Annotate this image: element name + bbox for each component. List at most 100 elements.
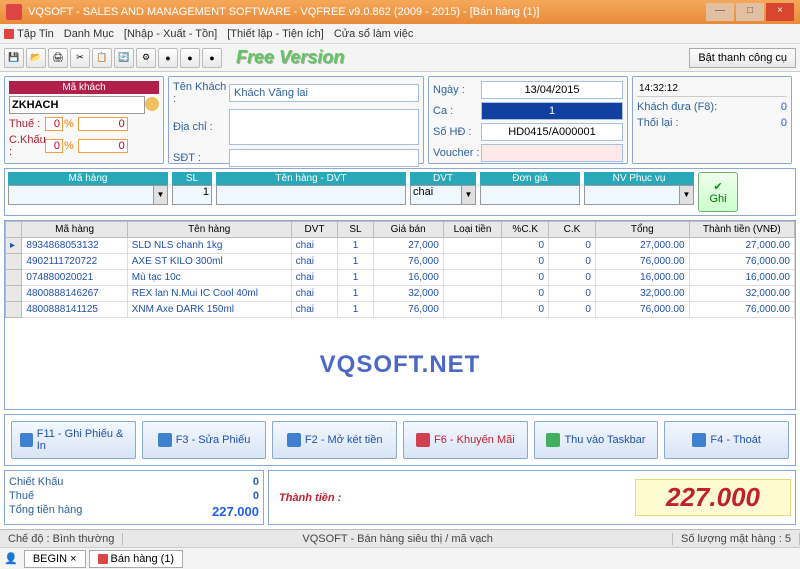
tax-pct-input[interactable]: 0 xyxy=(45,117,63,131)
clock: 14:32:12 xyxy=(637,81,787,97)
invoice-panel: Ngày :13/04/2015 Ca :1 Số HĐ :HD0415/A00… xyxy=(428,76,628,164)
dropdown-icon[interactable]: ▼ xyxy=(462,185,476,205)
date-input[interactable]: 13/04/2015 xyxy=(481,81,623,99)
dropdown-icon[interactable]: ▼ xyxy=(680,185,694,205)
info-panel: Tên Khách : Khách Vãng lai Địa chỉ : SĐT… xyxy=(168,76,424,164)
tb-tool10-icon[interactable]: ● xyxy=(202,48,222,68)
minimize-button[interactable]: — xyxy=(706,3,734,21)
customer-code-input[interactable]: ZKHACH xyxy=(9,96,145,114)
cash-icon xyxy=(287,433,301,447)
f6-button[interactable]: F6 - Khuyến Mãi xyxy=(403,421,528,459)
menu-window[interactable]: Cửa sổ làm việc xyxy=(334,28,414,40)
table-row[interactable]: 4902111720722AXE ST KILO 300mlchai176,00… xyxy=(6,254,795,270)
doc-icon xyxy=(98,554,108,564)
tb-tool9-icon[interactable]: ● xyxy=(180,48,200,68)
shift-value[interactable]: 1 xyxy=(481,102,623,120)
payment-panel: 14:32:12 Khách đưa (F8):0 Thối lại :0 xyxy=(632,76,792,164)
voucher-input[interactable] xyxy=(481,144,623,162)
toolbar: 💾 📂 🖨 ✂ 📋 🔄 ⚙ ● ● ● Free Version Bật tha… xyxy=(0,44,800,72)
edit-icon xyxy=(158,433,172,447)
f11-button[interactable]: F11 - Ghi Phiếu & In xyxy=(11,421,136,459)
menu-catalog[interactable]: Danh Mục xyxy=(64,28,114,40)
entry-unit-header: DVT xyxy=(410,172,476,185)
f2-button[interactable]: F2 - Mở két tiền xyxy=(272,421,397,459)
col-code[interactable]: Mã hàng xyxy=(22,222,127,238)
col-disc-pct[interactable]: %C.K xyxy=(502,222,549,238)
discount-val: 0 xyxy=(78,139,128,153)
col-name[interactable]: Tên hàng xyxy=(127,222,291,238)
cash-given-label: Khách đưa (F8): xyxy=(637,101,717,113)
tb-print-icon[interactable]: 🖨 xyxy=(48,48,68,68)
sum-disc-value: 0 xyxy=(253,476,259,488)
col-amount[interactable]: Thành tiền (VNĐ) xyxy=(689,222,794,238)
table-row[interactable]: 4800888141125XNM Axe DARK 150mlchai176,0… xyxy=(6,302,795,318)
sum-disc-label: Chiết Khấu xyxy=(9,476,63,488)
entry-qty-input[interactable]: 1 xyxy=(172,185,212,205)
col-unit[interactable]: DVT xyxy=(291,222,338,238)
app-icon xyxy=(6,4,22,20)
menu-file[interactable]: Tập Tin xyxy=(17,28,54,40)
address-label: Địa chỉ : xyxy=(173,121,229,133)
cash-given-value[interactable]: 0 xyxy=(781,101,787,113)
sum-tax-value: 0 xyxy=(253,490,259,502)
phone-input[interactable] xyxy=(229,149,419,167)
discount-pct-input[interactable]: 0 xyxy=(45,139,63,153)
entry-code-input[interactable] xyxy=(8,185,154,205)
tab-sales[interactable]: Bán hàng (1) xyxy=(89,550,184,568)
col-total[interactable]: Tổng xyxy=(595,222,689,238)
tb-tool8-icon[interactable]: ● xyxy=(158,48,178,68)
entry-price-input[interactable] xyxy=(480,185,580,205)
entry-bar: Mã hàng▼ SL1 Tên hàng - DVT DVTchai▼ Đơn… xyxy=(4,168,796,216)
table-row[interactable]: 074880020021Mù tạc 10cchai116,0000016,00… xyxy=(6,270,795,286)
voucher-label: Voucher : xyxy=(433,147,481,159)
menu-settings[interactable]: [Thiết lập - Tiện ích] xyxy=(227,28,324,40)
ghi-button[interactable]: ✔Ghi xyxy=(698,172,738,212)
col-disc[interactable]: C.K xyxy=(549,222,596,238)
tb-open-icon[interactable]: 📂 xyxy=(26,48,46,68)
invoice-label: Số HĐ : xyxy=(433,126,481,138)
entry-name-input[interactable] xyxy=(216,185,406,205)
tb-save-icon[interactable]: 💾 xyxy=(4,48,24,68)
name-input[interactable]: Khách Vãng lai xyxy=(229,84,419,102)
tb-refresh-icon[interactable]: 🔄 xyxy=(114,48,134,68)
tax-val: 0 xyxy=(78,117,128,131)
tb-settings-icon[interactable]: ⚙ xyxy=(136,48,156,68)
close-icon[interactable]: × xyxy=(70,553,76,565)
dropdown-icon[interactable]: ▼ xyxy=(154,185,168,205)
address-input[interactable] xyxy=(229,109,419,145)
shift-label: Ca : xyxy=(433,105,481,117)
toggle-toolbar-button[interactable]: Bật thanh công cụ xyxy=(689,48,796,68)
sum-subtotal-label: Tổng tiền hàng xyxy=(9,504,82,519)
table-row[interactable]: 4800888146267REX lan N.Mui IC Cool 40mlc… xyxy=(6,286,795,302)
entry-unit-input[interactable]: chai xyxy=(410,185,462,205)
maximize-button[interactable]: □ xyxy=(736,3,764,21)
col-currency[interactable]: Loại tiền xyxy=(443,222,502,238)
tb-cut-icon[interactable]: ✂ xyxy=(70,48,90,68)
f4-button[interactable]: F4 - Thoát xyxy=(664,421,789,459)
tax-label: Thuế : xyxy=(9,118,45,130)
taskbar-button[interactable]: Thu vào Taskbar xyxy=(534,421,659,459)
status-mode: Chế độ : Bình thường xyxy=(0,533,123,545)
tab-user-icon: 👤 xyxy=(4,552,18,565)
col-price[interactable]: Giá bán xyxy=(373,222,443,238)
entry-staff-header: NV Phục vụ xyxy=(584,172,694,185)
name-label: Tên Khách : xyxy=(173,81,229,105)
sum-tax-label: Thuế xyxy=(9,490,34,502)
change-value: 0 xyxy=(781,117,787,129)
entry-staff-input[interactable] xyxy=(584,185,680,205)
person-icon[interactable] xyxy=(145,97,159,111)
table-row[interactable]: ▸8934868053132SLD NLS chanh 1kgchai127,0… xyxy=(6,238,795,254)
menu-bar: Tập Tin Danh Mục [Nhập - Xuất - Tồn] [Th… xyxy=(0,24,800,44)
items-grid[interactable]: Mã hàng Tên hàng DVT SL Giá bán Loại tiề… xyxy=(4,220,796,410)
tab-begin[interactable]: BEGIN × xyxy=(24,550,86,568)
menu-stock[interactable]: [Nhập - Xuất - Tồn] xyxy=(124,28,217,40)
col-qty[interactable]: SL xyxy=(338,222,373,238)
close-button[interactable]: × xyxy=(766,3,794,21)
promo-icon xyxy=(416,433,430,447)
free-version-label: Free Version xyxy=(236,47,344,68)
customer-panel: Mã khách ZKHACH Thuế : 0% 0 C.Khấu : 0% … xyxy=(4,76,164,164)
f3-button[interactable]: F3 - Sửa Phiếu xyxy=(142,421,267,459)
title-bar: VQSOFT - SALES AND MANAGEMENT SOFTWARE -… xyxy=(0,0,800,24)
date-label: Ngày : xyxy=(433,84,481,96)
tb-copy-icon[interactable]: 📋 xyxy=(92,48,112,68)
